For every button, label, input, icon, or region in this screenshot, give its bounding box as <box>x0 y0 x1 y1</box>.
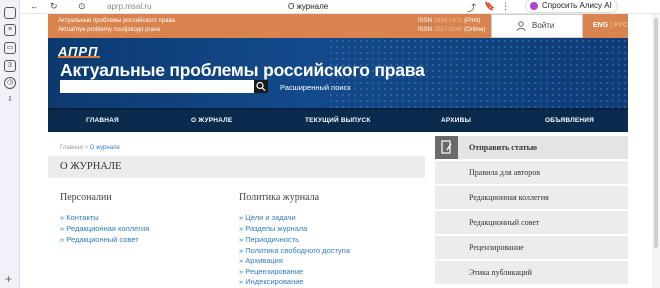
peer-review-link[interactable]: Рецензирование <box>239 267 303 276</box>
ask-alice-button[interactable]: Спросить Алису AI <box>525 0 618 13</box>
search-icon <box>256 81 266 92</box>
open-access-link[interactable]: Политика свободного доступа <box>239 246 350 255</box>
search-button[interactable] <box>254 80 268 93</box>
login-button[interactable]: Войти <box>491 14 583 38</box>
breadcrumb-home[interactable]: Главная <box>60 145 83 151</box>
sidebar-peer-review-link[interactable]: Рецензирование <box>435 236 628 259</box>
back-icon[interactable]: ← <box>30 1 39 11</box>
site-title: Актуальные проблемы российского права <box>60 60 425 80</box>
reload-icon[interactable]: ↻ <box>50 1 58 12</box>
share-icon[interactable]: ⤴ <box>467 1 476 14</box>
journal-name-ru: Актуальные проблемы российского права <box>58 18 175 24</box>
publication-ethics-link[interactable]: Этика публикаций <box>435 261 628 284</box>
scrollbar-thumb[interactable] <box>654 18 658 248</box>
edit-document-icon <box>435 136 458 159</box>
indexing-link[interactable]: Индексирование <box>239 277 303 286</box>
nav-about[interactable]: О ЖУРНАЛЕ <box>191 117 232 124</box>
archiving-link[interactable]: Архивация <box>239 256 283 265</box>
nav-home[interactable]: ГЛАВНАЯ <box>86 117 119 124</box>
sidebar-editorial-council-link[interactable]: Редакционный совет <box>435 211 628 234</box>
reading-list-icon[interactable]: ≡ <box>4 24 16 36</box>
scrollbar[interactable] <box>652 14 660 288</box>
contacts-link[interactable]: Контакты <box>60 213 98 222</box>
issn-online: ISSN 2587-9340 (Online) <box>418 27 486 33</box>
journal-name-en: Aktual'nye problemy rossijskogo prava <box>58 27 161 33</box>
search-input[interactable] <box>60 80 254 93</box>
add-panel-icon[interactable]: + <box>5 273 12 285</box>
browser-toolbar: ← ↻ ⊙ aprp.msal.ru О журнале ⤴ 🔖 ⋮ Спрос… <box>20 0 660 14</box>
editorial-council-link[interactable]: Редакционный совет <box>60 235 138 244</box>
top-info-bar: Актуальные проблемы российского права Ak… <box>48 14 628 38</box>
issn-print: ISSN 1994-1471 (Print) <box>418 18 481 24</box>
site-logo[interactable]: АПРП <box>58 44 101 59</box>
sidebar-editorial-board-link[interactable]: Редакционная коллегия <box>435 186 628 209</box>
frequency-link[interactable]: Периодичность <box>239 235 299 244</box>
policy-heading: Политика журнала <box>239 192 320 203</box>
panel-icon[interactable] <box>4 7 16 19</box>
lang-eng[interactable]: ENG <box>593 22 608 29</box>
language-switcher: ENG | РУС <box>593 22 628 29</box>
main-navigation: ГЛАВНАЯ О ЖУРНАЛЕ ТЕКУЩИЙ ВЫПУСК АРХИВЫ … <box>48 108 628 132</box>
3-icon[interactable]: 3 <box>4 60 16 72</box>
site-banner: АПРП Актуальные проблемы российского пра… <box>48 38 628 108</box>
submit-article-button[interactable]: Отправить статью <box>435 136 628 159</box>
sections-link[interactable]: Разделы журнала <box>239 224 307 233</box>
nav-current-issue[interactable]: ТЕКУЩИЙ ВЫПУСК <box>305 117 371 124</box>
browser-window: ≡ ▭ 3 ◷ ⇩ + ← ↻ ⊙ aprp.msal.ru О журнале… <box>0 0 660 288</box>
download-icon[interactable]: ⇩ <box>4 95 16 107</box>
aims-link[interactable]: Цели и задачи <box>239 213 295 222</box>
bookmark-icon[interactable]: 🔖 <box>484 1 495 12</box>
personnel-heading: Персоналии <box>60 192 112 203</box>
address-bar[interactable]: aprp.msal.ru <box>107 2 151 11</box>
nav-archives[interactable]: АРХИВЫ <box>441 117 471 124</box>
site-info-icon[interactable]: ⊙ <box>78 1 86 12</box>
advanced-search-link[interactable]: Расширенный поиск <box>280 83 351 92</box>
author-guidelines-link[interactable]: Правила для авторов <box>435 161 628 184</box>
page-title: О ЖУРНАЛЕ <box>48 156 425 178</box>
user-icon <box>516 21 526 31</box>
lang-rus[interactable]: РУС <box>614 22 628 29</box>
tab-title: О журнале <box>288 2 329 11</box>
breadcrumb-current[interactable]: О журнале <box>90 145 120 151</box>
extensions-icon[interactable]: ⋮ <box>501 1 510 12</box>
nav-announcements[interactable]: ОБЪЯВЛЕНИЯ <box>545 117 594 124</box>
editorial-board-link[interactable]: Редакционная коллегия <box>60 224 149 233</box>
right-sidebar: Отправить статью Правила для авторов Ред… <box>435 136 628 286</box>
collections-icon[interactable]: ▭ <box>4 42 16 54</box>
history-icon[interactable]: ◷ <box>4 77 16 89</box>
breadcrumb: Главная > О журнале <box>60 145 120 151</box>
browser-sidebar: ≡ ▭ 3 ◷ ⇩ + <box>0 0 20 288</box>
